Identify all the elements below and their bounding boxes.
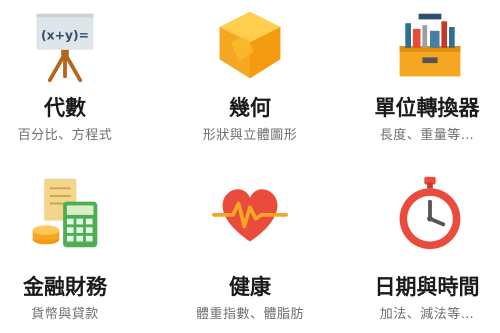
tile-title: 代數	[44, 96, 86, 120]
calculator-category-grid: (x+y)= 代數 百分比、方程式 幾何 形狀與立體圖形 單位轉換器 長度、重量…	[0, 0, 500, 333]
tile-unit-converter[interactable]: 單位轉換器 長度、重量等…	[334, 0, 500, 166]
tile-title: 金融財務	[23, 275, 107, 299]
tile-finance[interactable]: 金融財務 貨幣與貸款	[0, 167, 166, 333]
tile-title: 日期與時間	[374, 275, 480, 299]
tile-title: 單位轉換器	[374, 96, 480, 120]
geometry-cube-icon	[212, 8, 288, 84]
tile-algebra[interactable]: (x+y)= 代數 百分比、方程式	[0, 0, 166, 166]
heart-pulse-icon	[212, 175, 288, 251]
toolbox-icon	[392, 8, 468, 84]
tile-subtitle: 體重指數、體脂肪	[195, 307, 304, 322]
finance-calculator-icon	[27, 175, 103, 251]
tile-geometry[interactable]: 幾何 形狀與立體圖形	[167, 0, 333, 166]
tile-subtitle: 形狀與立體圖形	[202, 128, 298, 143]
algebra-board-text: (x+y)=	[41, 28, 89, 42]
tile-subtitle: 貨幣與貸款	[31, 307, 99, 322]
tile-subtitle: 長度、重量等…	[379, 128, 475, 143]
stopwatch-icon	[392, 175, 468, 251]
tile-health[interactable]: 健康 體重指數、體脂肪	[167, 167, 333, 333]
tile-title: 健康	[229, 275, 271, 299]
tile-subtitle: 加法、減法等…	[379, 307, 475, 322]
tile-subtitle: 百分比、方程式	[17, 128, 113, 143]
tile-date-time[interactable]: 日期與時間 加法、減法等…	[334, 167, 500, 333]
algebra-board-icon: (x+y)=	[27, 8, 103, 84]
tile-title: 幾何	[229, 96, 271, 120]
